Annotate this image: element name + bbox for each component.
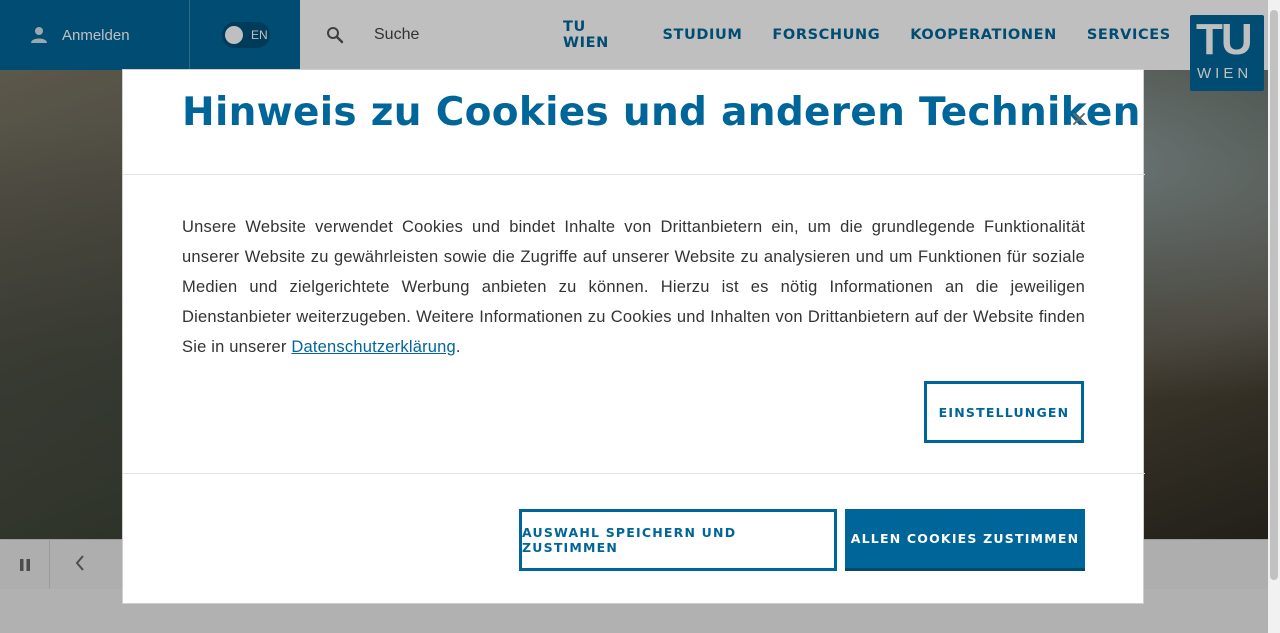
scrollbar[interactable]	[1268, 0, 1280, 633]
cookie-dialog-title: Hinweis zu Cookies und anderen Techniken	[182, 90, 1141, 135]
cookie-dialog-header: Hinweis zu Cookies und anderen Techniken…	[123, 70, 1145, 175]
accept-all-cookies-button[interactable]: ALLEN COOKIES ZUSTIMMEN	[845, 509, 1085, 571]
cookie-dialog: Hinweis zu Cookies und anderen Techniken…	[122, 69, 1145, 604]
scrollbar-thumb[interactable]	[1270, 10, 1278, 580]
cookie-body-end: .	[455, 338, 461, 356]
save-selection-button[interactable]: AUSWAHL SPEICHERN UND ZUSTIMMEN	[519, 509, 837, 571]
close-icon[interactable]: ×	[1069, 108, 1089, 132]
cookie-dialog-text: Unsere Website verwendet Cookies und bin…	[182, 212, 1085, 362]
divider	[123, 473, 1145, 474]
privacy-policy-link[interactable]: Datenschutzerklärung	[291, 338, 456, 356]
settings-button[interactable]: EINSTELLUNGEN	[924, 381, 1084, 443]
cookie-body-text: Unsere Website verwendet Cookies und bin…	[182, 218, 1085, 356]
